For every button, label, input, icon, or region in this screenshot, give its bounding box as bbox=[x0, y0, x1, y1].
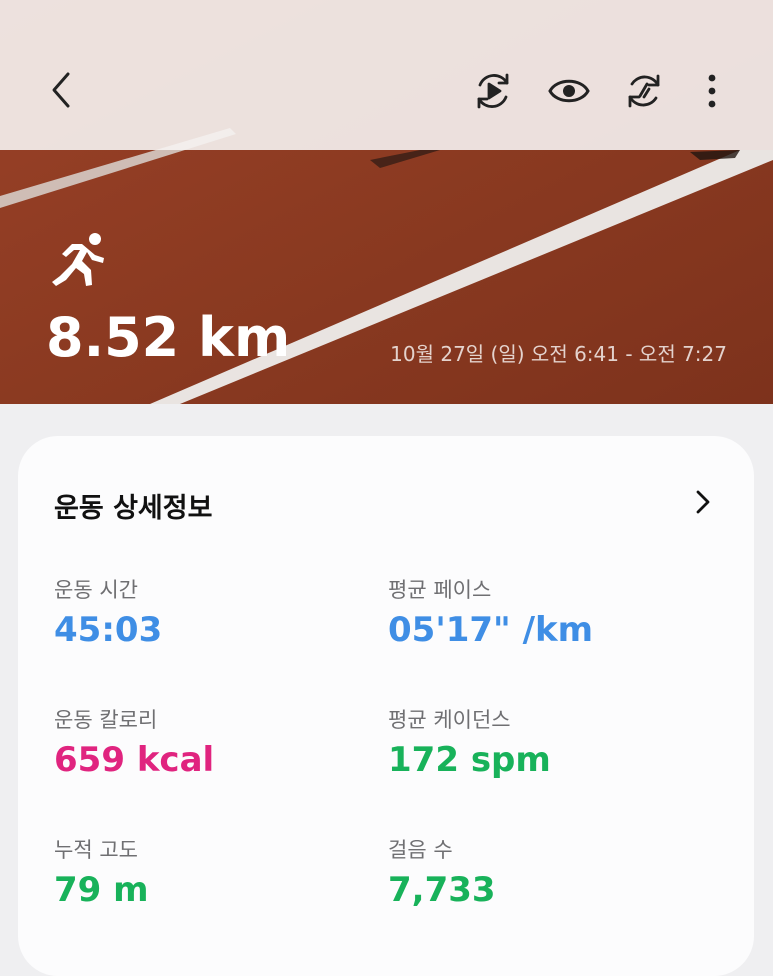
stat-label: 평균 페이스 bbox=[388, 578, 492, 602]
stat-elevation-gain: 누적 고도 79 m bbox=[54, 834, 374, 910]
stat-value: 05'17" /km bbox=[388, 610, 594, 650]
chevron-right-icon bbox=[696, 490, 710, 514]
stat-value: 7,733 bbox=[388, 870, 496, 910]
sync-icon bbox=[628, 74, 660, 108]
workout-details-card: 운동 상세정보 운동 시간 45:03 평균 페이스 05'17" /km 운동… bbox=[18, 436, 754, 976]
stat-label: 누적 고도 bbox=[54, 838, 138, 862]
chevron-left-icon bbox=[52, 72, 70, 108]
stat-value: 45:03 bbox=[54, 610, 163, 650]
top-app-bar bbox=[0, 0, 773, 150]
more-options-button[interactable] bbox=[698, 70, 726, 112]
workout-time-range: 10월 27일 (일) 오전 6:41 - 오전 7:27 bbox=[390, 342, 727, 366]
stat-value: 172 spm bbox=[388, 740, 551, 780]
stat-label: 걸음 수 bbox=[388, 838, 453, 862]
stat-value: 79 m bbox=[54, 870, 149, 910]
more-vertical-icon bbox=[708, 74, 716, 108]
workout-details-header[interactable]: 운동 상세정보 bbox=[18, 480, 754, 524]
route-replay-button[interactable] bbox=[472, 70, 514, 112]
stat-calories: 운동 칼로리 659 kcal bbox=[54, 704, 374, 780]
sync-button[interactable] bbox=[623, 70, 665, 112]
running-person-icon bbox=[52, 233, 104, 286]
view-button[interactable] bbox=[547, 72, 591, 110]
stat-exercise-time: 운동 시간 45:03 bbox=[54, 574, 374, 650]
stat-label: 운동 칼로리 bbox=[54, 708, 158, 732]
stat-value: 659 kcal bbox=[54, 740, 215, 780]
distance-value: 8.52 km bbox=[46, 306, 291, 369]
eye-icon bbox=[548, 79, 590, 103]
stat-step-count: 걸음 수 7,733 bbox=[388, 834, 708, 910]
stat-label: 평균 케이던스 bbox=[388, 708, 511, 732]
stat-average-pace: 평균 페이스 05'17" /km bbox=[388, 574, 708, 650]
card-title: 운동 상세정보 bbox=[54, 493, 213, 524]
stat-average-cadence: 평균 케이던스 172 spm bbox=[388, 704, 708, 780]
stat-label: 운동 시간 bbox=[54, 578, 138, 602]
route-replay-icon bbox=[477, 73, 509, 109]
back-button[interactable] bbox=[40, 68, 84, 112]
